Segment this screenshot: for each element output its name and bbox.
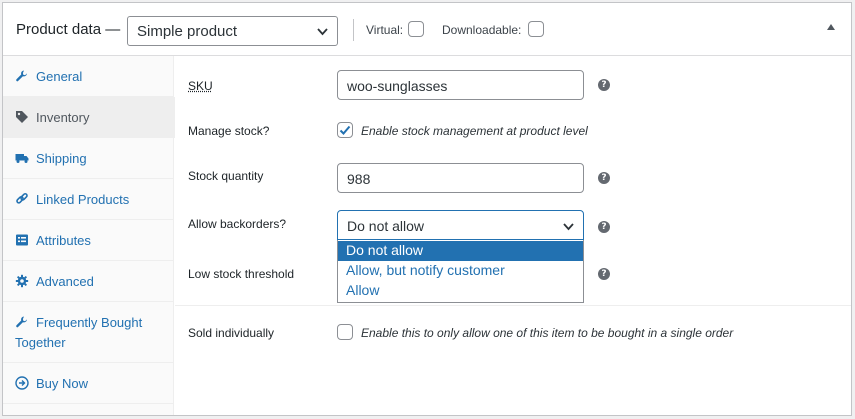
field-row-sold-individually: Sold individually Enable this to only al…	[175, 323, 851, 343]
chevron-down-icon	[563, 223, 574, 231]
sold-individually-label: Sold individually	[188, 326, 275, 340]
backorders-label: Allow backorders?	[188, 217, 287, 231]
virtual-checkbox[interactable]	[408, 21, 424, 37]
field-row-stock-quantity: Stock quantity 988 ?	[175, 163, 851, 195]
backorders-option-allow[interactable]: Allow	[338, 281, 583, 301]
panel-title: Product data —	[16, 21, 121, 38]
tab-shipping[interactable]: Shipping	[3, 138, 174, 179]
tab-label: Linked Products	[36, 192, 130, 207]
help-icon[interactable]: ?	[598, 221, 610, 233]
manage-stock-label: Manage stock?	[188, 124, 270, 138]
sku-input[interactable]: woo-sunglasses	[337, 70, 584, 100]
tab-label: Buy Now	[36, 376, 89, 391]
tab-linked-products[interactable]: Linked Products	[3, 179, 174, 220]
manage-stock-checkbox[interactable]	[337, 122, 353, 138]
backorders-option-do-not-allow[interactable]: Do not allow	[338, 241, 583, 261]
backorders-select[interactable]: Do not allow	[337, 210, 584, 240]
stock-quantity-label: Stock quantity	[188, 169, 264, 183]
tab-label: Attributes	[36, 233, 91, 248]
gear-icon	[15, 274, 29, 288]
manage-stock-description: Enable stock management at product level	[361, 124, 588, 138]
wrench-icon	[16, 70, 27, 82]
help-icon[interactable]: ?	[598, 268, 610, 280]
tab-general[interactable]: General	[3, 56, 174, 97]
sku-label: SKU	[188, 79, 213, 93]
tab-label: Advanced	[36, 274, 94, 289]
sold-individually-checkbox[interactable]	[337, 324, 353, 340]
low-stock-label: Low stock threshold	[188, 267, 295, 281]
backorders-dropdown-list: Do not allow Allow, but notify customer …	[337, 240, 584, 303]
collapse-arrow-icon[interactable]	[827, 24, 835, 30]
checkmark-icon	[339, 125, 351, 135]
section-divider	[175, 305, 851, 306]
tab-label: General	[36, 69, 83, 84]
chevron-down-icon	[317, 28, 328, 36]
field-row-manage-stock: Manage stock? Enable stock management at…	[175, 121, 851, 141]
product-data-panel: Product data — Simple product Virtual: D…	[2, 2, 852, 416]
list-icon	[16, 234, 28, 246]
header-divider	[353, 19, 354, 41]
tab-label: Inventory	[36, 110, 90, 125]
tab-attributes[interactable]: Attributes	[3, 220, 174, 261]
link-icon	[16, 192, 28, 204]
tab-buy-now[interactable]: Buy Now	[3, 363, 174, 404]
product-type-select[interactable]: Simple product	[127, 16, 338, 46]
help-icon[interactable]: ?	[598, 172, 610, 184]
truck-icon	[15, 154, 29, 163]
virtual-label: Virtual:	[366, 23, 404, 37]
sold-individually-description: Enable this to only allow one of this it…	[361, 326, 734, 340]
product-type-value: Simple product	[137, 23, 238, 40]
tab-label: Frequently Bought Together	[15, 315, 143, 350]
tab-frequently-bought-together[interactable]: Frequently Bought Together	[3, 302, 174, 363]
downloadable-checkbox[interactable]	[528, 21, 544, 37]
help-icon[interactable]: ?	[598, 79, 610, 91]
field-row-sku: SKU woo-sunglasses ?	[175, 70, 851, 102]
stock-quantity-input[interactable]: 988	[337, 163, 584, 193]
product-data-tabs: General Inventory Shipping Linked Produc…	[3, 56, 175, 415]
downloadable-label: Downloadable:	[442, 23, 522, 37]
backorders-value: Do not allow	[347, 218, 425, 234]
tab-advanced[interactable]: Advanced	[3, 261, 174, 302]
arrow-circle-icon	[15, 376, 29, 390]
tab-inventory[interactable]: Inventory	[3, 97, 175, 138]
backorders-option-notify[interactable]: Allow, but notify customer	[338, 261, 583, 281]
tag-icon	[16, 111, 28, 123]
tab-label: Shipping	[36, 151, 87, 166]
product-data-header: Product data — Simple product Virtual: D…	[3, 3, 851, 56]
field-row-backorders: Allow backorders? Do not allow ?	[175, 210, 851, 242]
